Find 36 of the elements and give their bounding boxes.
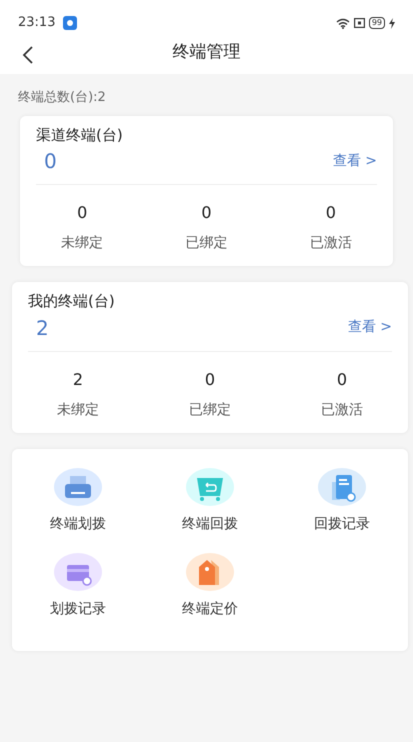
view-link[interactable]: 查看 > xyxy=(348,317,392,338)
card-title: 我的终端(台) xyxy=(28,291,116,312)
stat-value: 0 xyxy=(200,202,213,224)
menu-item[interactable]: 终端定价 xyxy=(176,552,244,620)
stat-value: 0 xyxy=(76,202,88,224)
wifi-icon xyxy=(336,18,350,28)
menu-item[interactable]: 终端回拨 xyxy=(176,466,244,536)
stat-label: 未绑定 xyxy=(56,400,100,420)
stat-label: 已激活 xyxy=(308,234,353,253)
stat-value: 0 xyxy=(324,202,337,224)
price-tag-icon xyxy=(184,552,235,590)
charging-icon xyxy=(389,18,395,28)
notification-icon xyxy=(63,13,78,33)
stat-value: 0 xyxy=(336,368,348,390)
page-title: 终端管理 xyxy=(172,41,240,64)
battery-level: 99 xyxy=(368,17,385,29)
view-link[interactable]: 查看 > xyxy=(332,150,377,172)
stat-label: 已激活 xyxy=(320,400,364,420)
tray-icon xyxy=(52,468,103,506)
terminal-total: 终端总数(台):2 xyxy=(17,89,107,107)
document-search-icon xyxy=(316,468,367,506)
card-title: 渠道终端(台) xyxy=(36,124,124,146)
status-time: 23:13 xyxy=(18,14,56,32)
menu-item[interactable]: 终端划拨 xyxy=(44,466,112,536)
card-search-icon xyxy=(52,552,103,590)
cart-icon xyxy=(184,468,235,506)
terminal-count: 0 xyxy=(43,148,57,175)
terminal-count: 2 xyxy=(35,314,49,342)
stat-value: 2 xyxy=(72,368,84,390)
menu-item[interactable]: 回拨记录 xyxy=(308,466,376,536)
stat-label: 已绑定 xyxy=(184,234,228,253)
stat-value: 0 xyxy=(204,368,216,390)
menu-item[interactable]: 划拨记录 xyxy=(44,552,112,620)
stat-label: 未绑定 xyxy=(60,234,104,253)
sim-icon xyxy=(354,18,365,28)
stat-label: 已绑定 xyxy=(188,400,232,420)
